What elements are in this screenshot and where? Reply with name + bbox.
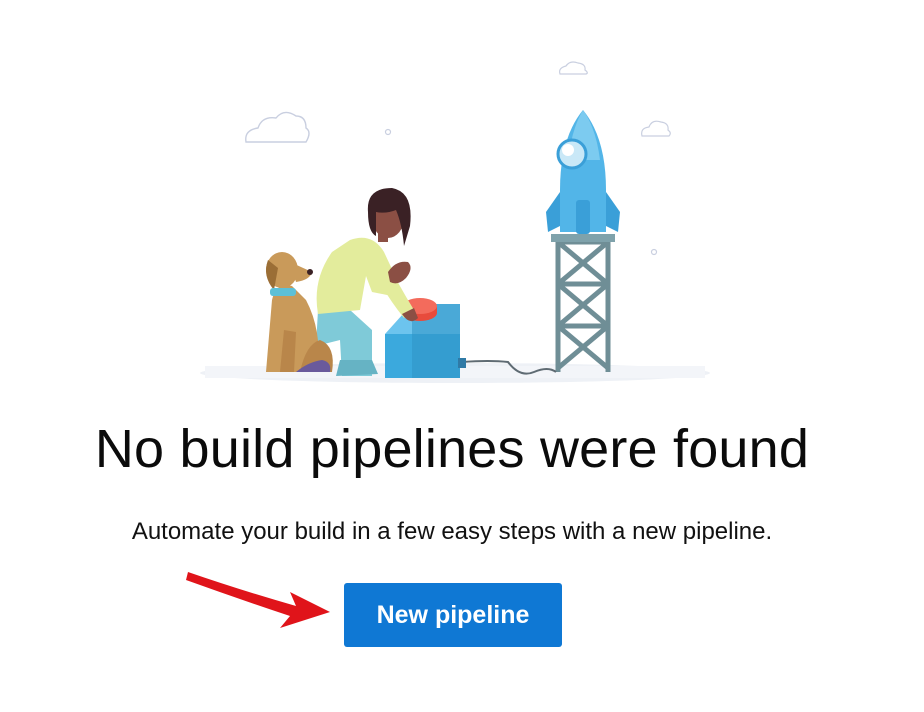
- cloud-icon: [245, 111, 310, 143]
- cloud-icon: [641, 120, 671, 137]
- rocket-launch-illustration: [200, 61, 710, 383]
- sparkle-dot: [384, 128, 392, 136]
- red-arrow-icon: [186, 572, 330, 628]
- cloud-icon: [559, 61, 588, 75]
- new-pipeline-button[interactable]: New pipeline: [344, 583, 562, 647]
- sparkle-dot: [650, 248, 658, 256]
- empty-state-title: No build pipelines were found: [94, 419, 810, 479]
- launch-control-box: [385, 298, 466, 378]
- tower-platform: [551, 234, 615, 242]
- launch-tower: [555, 238, 611, 372]
- empty-state-subtitle: Automate your build in a few easy steps …: [131, 518, 773, 545]
- rocket-icon: [546, 110, 620, 234]
